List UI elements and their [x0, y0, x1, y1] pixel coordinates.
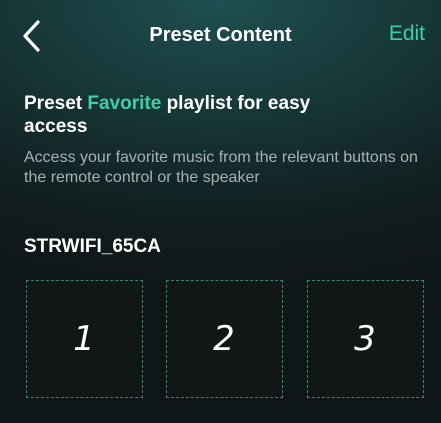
device-name: STRWIFI_65CA: [24, 236, 161, 257]
preset-slot-number: 1: [73, 319, 96, 359]
intro-description: Access your favorite music from the rele…: [24, 149, 418, 186]
back-button[interactable]: [20, 18, 50, 56]
page-title: Preset Content: [149, 24, 292, 46]
headline-text-accent: Favorite: [87, 93, 162, 114]
header-bar: Preset Content Edit: [0, 0, 441, 72]
headline-text-pre: Preset: [24, 93, 88, 114]
preset-slot-2[interactable]: 2: [166, 280, 283, 398]
preset-content-screen: Preset Content Edit Preset Favorite play…: [0, 0, 441, 423]
preset-slot-3[interactable]: 3: [307, 280, 424, 398]
preset-slot-1[interactable]: 1: [26, 280, 143, 398]
preset-slot-number: 3: [354, 319, 377, 359]
intro-section: Preset Favorite playlist for easy access…: [24, 92, 424, 188]
preset-slot-number: 2: [213, 319, 236, 359]
chevron-left-icon: [23, 20, 40, 52]
preset-slots: 1 2 3: [26, 280, 426, 402]
edit-button[interactable]: Edit: [389, 22, 425, 46]
intro-headline: Preset Favorite playlist for easy access: [24, 92, 324, 138]
